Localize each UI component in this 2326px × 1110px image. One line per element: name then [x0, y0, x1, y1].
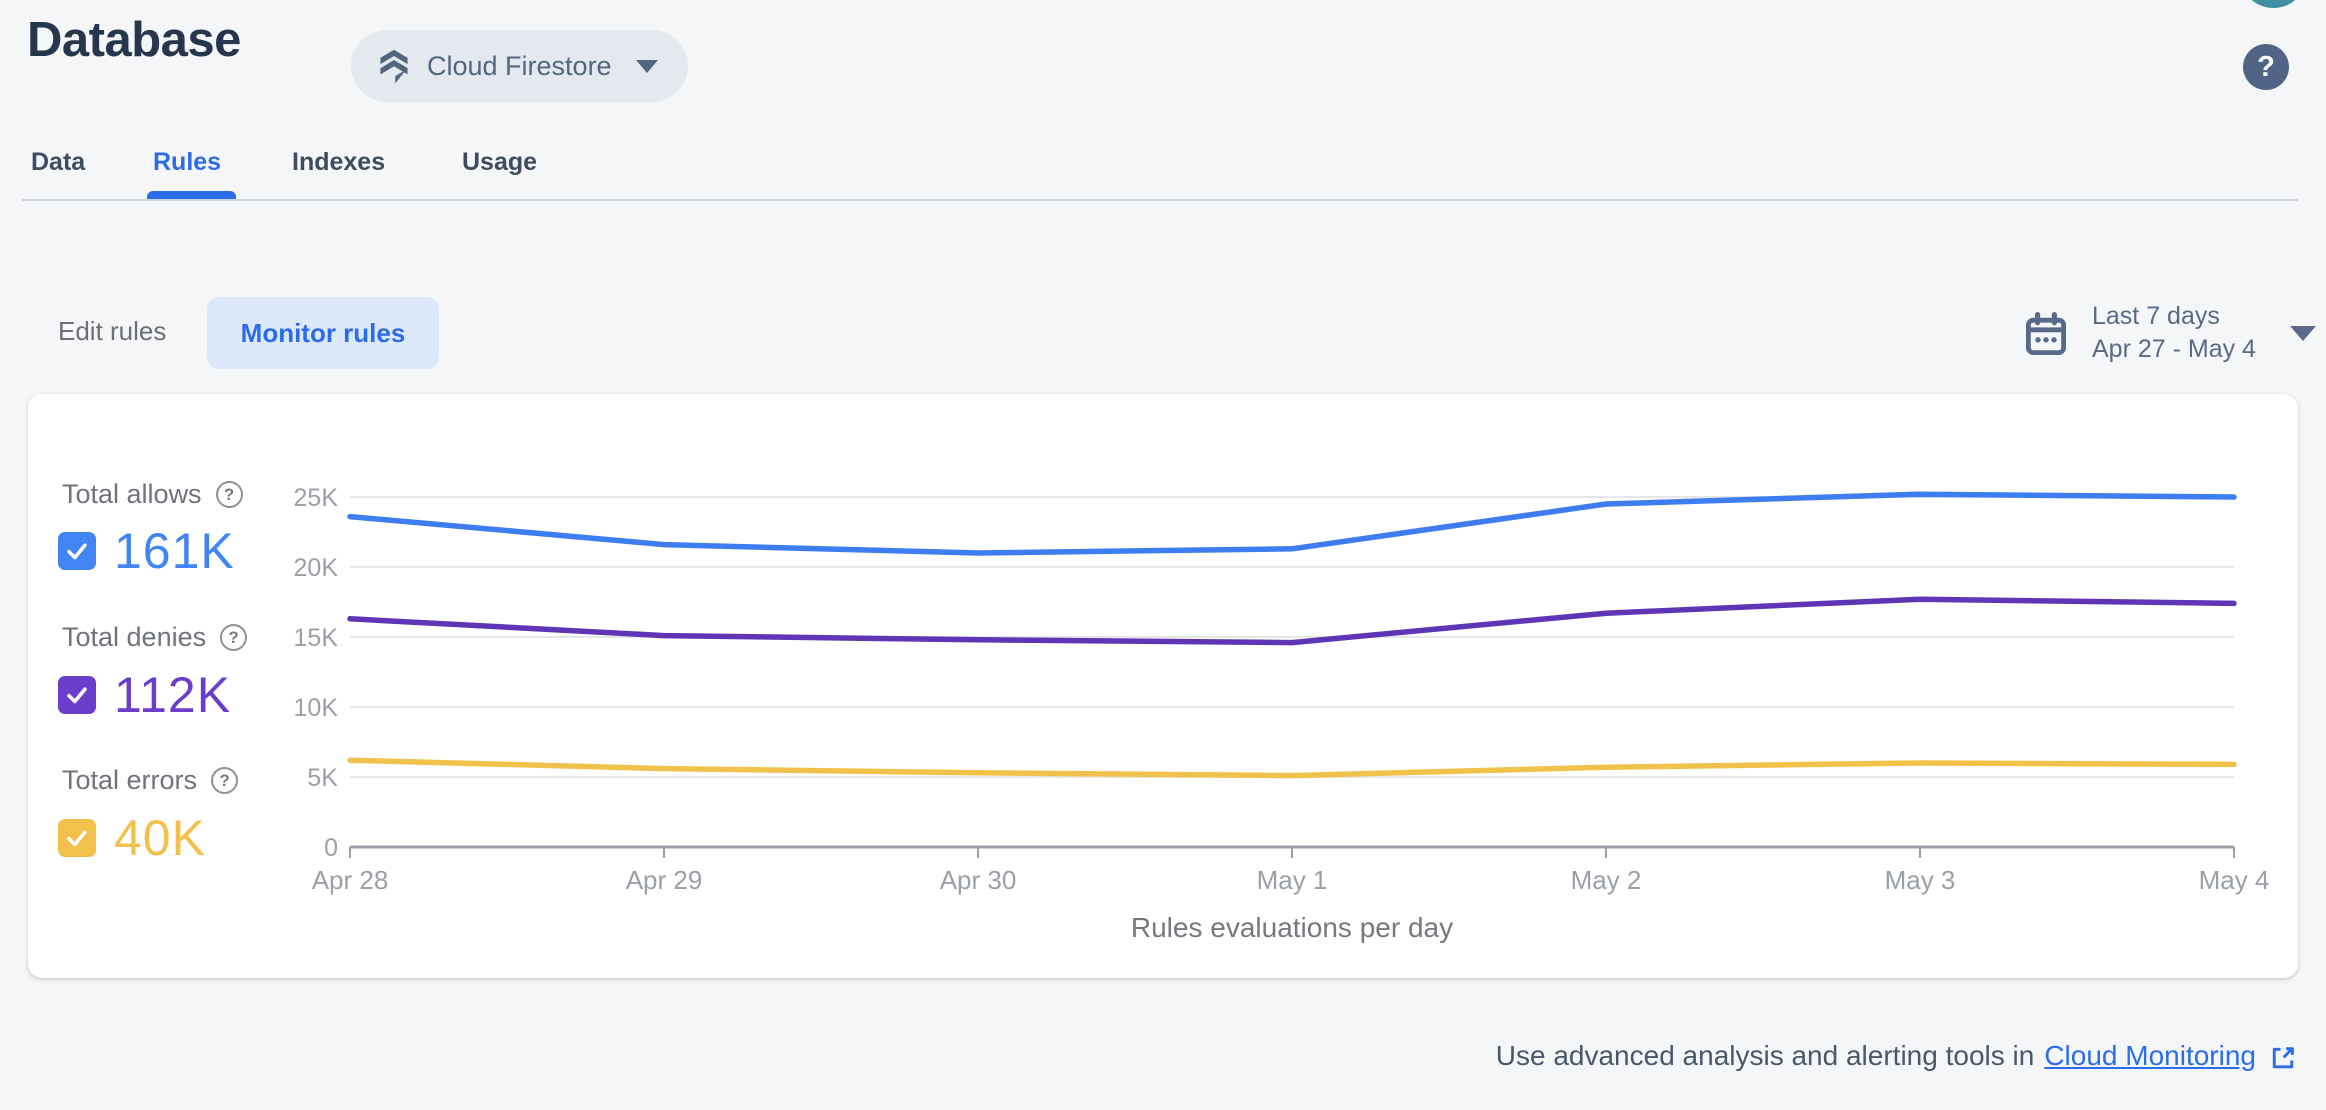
- series-line-total-allows: [347, 491, 2237, 556]
- help-button[interactable]: ?: [2243, 44, 2289, 90]
- calendar-icon: [2022, 307, 2070, 359]
- date-range-value: Apr 27 - May 4: [2092, 335, 2256, 363]
- x-tick-label: Apr 29: [626, 865, 703, 895]
- chart-y-axis-labels: 0 5K 10K 15K 20K 25K: [294, 484, 339, 862]
- tab-divider: [22, 199, 2298, 201]
- svg-text:10K: 10K: [294, 694, 339, 722]
- x-tick-label: Apr 30: [940, 865, 1017, 895]
- x-tick-label: May 1: [1257, 865, 1328, 895]
- page-title: Database: [27, 13, 241, 67]
- svg-text:15K: 15K: [294, 624, 339, 652]
- footer-text: Use advanced analysis and alerting tools…: [1495, 1040, 2035, 1071]
- help-icon: ?: [2257, 50, 2275, 83]
- tab-data[interactable]: Data: [31, 148, 85, 177]
- tab-indexes[interactable]: Indexes: [292, 148, 385, 177]
- x-tick-label: Apr 28: [312, 865, 389, 895]
- avatar[interactable]: [2240, 0, 2307, 8]
- external-link-icon: [2266, 1041, 2298, 1071]
- cloud-monitoring-link[interactable]: Cloud Monitoring: [2044, 1040, 2256, 1072]
- rules-evaluations-chart: 0 5K 10K 15K 20K 25K Apr 28 Apr 29 Apr 30 May 1 Ma…: [294, 484, 2270, 895]
- firestore-icon: [377, 47, 411, 85]
- svg-text:5K: 5K: [307, 764, 338, 792]
- chart-caption: Rules evaluations per day: [1130, 912, 1454, 943]
- chart-x-axis: Apr 28 Apr 29 Apr 30 May 1 May 2 May 3 May 4: [312, 845, 2270, 895]
- tab-rules[interactable]: Rules: [153, 148, 221, 177]
- database-selector-label: Cloud Firestore: [427, 50, 612, 81]
- monitor-rules-button[interactable]: Monitor rules: [207, 297, 439, 369]
- footer-note: Use advanced analysis and alerting tools…: [1496, 1040, 2298, 1072]
- database-selector[interactable]: Cloud Firestore: [351, 30, 688, 102]
- chart-gridlines: [350, 496, 2234, 778]
- edit-rules-button[interactable]: Edit rules: [58, 316, 166, 347]
- svg-text:20K: 20K: [294, 554, 339, 582]
- tab-usage[interactable]: Usage: [462, 148, 537, 177]
- chevron-down-icon: [2289, 325, 2316, 341]
- rules-monitor-card: Total allows ? 161K Total denies ? 112K …: [28, 394, 2298, 978]
- svg-text:0: 0: [324, 834, 338, 862]
- date-range-selector[interactable]: Last 7 days Apr 27 - May 4: [2022, 300, 2316, 366]
- svg-text:25K: 25K: [294, 484, 339, 512]
- series-line-total-errors: [347, 757, 2237, 779]
- x-tick-label: May 2: [1571, 865, 1642, 895]
- chevron-down-icon: [635, 59, 658, 73]
- x-tick-label: May 3: [1885, 865, 1956, 895]
- x-tick-label: May 4: [2199, 865, 2270, 895]
- date-range-label: Last 7 days: [2092, 302, 2220, 330]
